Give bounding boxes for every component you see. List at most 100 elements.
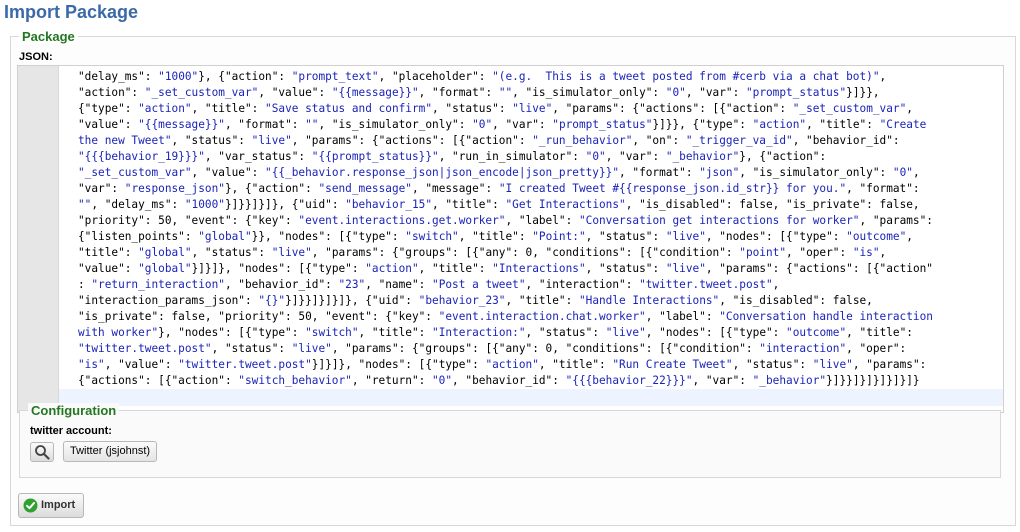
json-punct-token: "action": (78, 86, 145, 99)
json-code[interactable]: "delay_ms": "1000"}, {"action": "prompt_… (78, 69, 998, 389)
json-punct-token: , "status": (585, 262, 666, 275)
json-string-token: "Handle Interactions" (578, 294, 720, 307)
json-punct-token: , "params": {"actions": [{"action": (291, 134, 533, 147)
json-punct-token: , "params": (852, 358, 927, 371)
json-string-token: "0" (472, 118, 493, 131)
check-circle-icon (23, 498, 38, 513)
json-punct-token: "value": (78, 262, 139, 275)
json-string-token: "{{message}}" (138, 118, 225, 131)
json-string-token: "0" (892, 166, 913, 179)
json-string-token: "outcome" (786, 326, 847, 339)
configuration-legend: Configuration (28, 403, 120, 418)
json-punct-token: , "is_simulator_only": (739, 166, 893, 179)
json-string-token: "return_interaction" (91, 278, 225, 291)
json-string-token: "Run Create Tweet" (612, 358, 733, 371)
json-string-token: "" (305, 118, 319, 131)
json-string-token: "live" (512, 102, 553, 115)
json-string-token: "Get Interactions" (505, 198, 626, 211)
active-line-highlight (59, 389, 1003, 406)
json-string-token: "Point:" (532, 230, 586, 243)
json-string-token: "_run_behavior" (532, 134, 633, 147)
editor-gutter (18, 66, 59, 412)
json-punct-token: , (378, 70, 392, 83)
json-string-token: "live" (665, 262, 706, 275)
json-string-token: "Save status and confirm" (265, 102, 433, 115)
json-punct-token: , "oper": (846, 342, 907, 355)
json-punct-token: }]}]}, "nodes": [{"type": (311, 358, 486, 371)
json-punct-token: }, "nodes": [{"type": (158, 326, 306, 339)
account-search-button[interactable] (30, 442, 54, 462)
json-punct-token: }, {"action": (224, 182, 319, 195)
json-string-token: "json" (699, 166, 740, 179)
json-string-token: "send_message" (318, 182, 412, 195)
json-string-token: "0" (432, 374, 453, 387)
json-punct-token: , "title": (358, 326, 433, 339)
json-punct-token: }]}}]}]}]}, {"uid": (285, 294, 419, 307)
json-punct-token: , "title": (505, 294, 579, 307)
json-punct-token: {"type": (78, 102, 139, 115)
json-string-token: "behavior_15" (345, 198, 433, 211)
json-punct-token: , "status": (171, 134, 252, 147)
json-punct-token: , "params": {"groups": [{"any": 0, "cond… (331, 342, 760, 355)
json-string-token: "" (498, 86, 513, 99)
json-string-token: "action" (485, 358, 539, 371)
json-punct-token: {"actions": [{"action": (78, 374, 239, 387)
json-punct-token: , "var_status": (204, 150, 312, 163)
json-punct-token: : (78, 278, 92, 291)
json-punct-token: "is_simulator_only": (525, 86, 666, 99)
json-punct-token: , "status": (585, 230, 666, 243)
json-punct-token: , "value": (104, 358, 179, 371)
json-punct-token: , "status": (732, 358, 813, 371)
import-button[interactable]: Import (18, 493, 84, 518)
page-title: Import Package (4, 2, 139, 22)
json-punct-token: }]}}]}]}, {"uid": (224, 198, 346, 211)
json-punct-token: "value": (271, 86, 332, 99)
json-editor[interactable]: "delay_ms": "1000"}, {"action": "prompt_… (17, 65, 1004, 413)
json-string-token: "switch" (305, 326, 359, 339)
search-icon (35, 445, 50, 460)
json-punct-token: , "interaction": (525, 278, 640, 291)
json-punct-token: , "label": (505, 214, 579, 227)
json-punct-token: , "var": (692, 374, 753, 387)
json-string-token: "Post a tweet" (432, 278, 526, 291)
json-punct-token: , "behavior_id": (452, 374, 566, 387)
json-punct-token: , "run_in_simulator": (438, 150, 586, 163)
json-punct-token: , (906, 230, 913, 243)
json-string-token: "0" (665, 86, 686, 99)
json-string-token: "23" (338, 278, 366, 291)
json-string-token: "global" (138, 262, 192, 275)
selected-account-chip[interactable]: Twitter (jsjohnst) (63, 441, 158, 462)
json-punct-token: , "name": (365, 278, 433, 291)
json-punct-token: , "label": (645, 310, 720, 323)
json-punct-token: , "params": {"groups": [{"any": 0, "cond… (311, 246, 740, 259)
json-string-token: "1000" (158, 70, 199, 83)
json-string-token: "global" (198, 230, 252, 243)
json-punct-token: }, { (198, 70, 225, 83)
json-punct-token: , "nodes": [{"type": (705, 230, 847, 243)
json-punct-token: , "var": (605, 150, 666, 163)
json-punct-token: , (685, 86, 700, 99)
json-string-token: "global" (138, 246, 192, 259)
import-button-label: Import (41, 499, 76, 511)
json-string-token: "prompt_status" (745, 86, 847, 99)
json-punct-token: {"listen_points": (78, 230, 199, 243)
json-punct-token: , (772, 278, 780, 291)
json-string-token: "live" (605, 326, 646, 339)
json-string-token: "interaction" (759, 342, 847, 355)
json-punct-token: , "on": (632, 134, 686, 147)
json-string-token: "_behavior" (752, 374, 827, 387)
json-punct-token: , "format": (619, 166, 700, 179)
json-string-token: "point" (739, 246, 787, 259)
json-string-token: "{}" (258, 294, 286, 307)
json-string-token: "live" (665, 230, 706, 243)
json-punct-token: , "title": (806, 118, 880, 131)
json-string-token: "live" (812, 358, 853, 371)
json-punct-token: , "behavior_id": (224, 278, 339, 291)
twitter-account-label: twitter account: (30, 425, 112, 437)
json-string-token: "I created Tweet #{{response_json.id_str… (498, 182, 847, 195)
json-string-token: "live" (291, 342, 332, 355)
json-punct-token: , "value": (191, 166, 266, 179)
json-string-token: "action" (752, 118, 807, 131)
json-string-token: "is" (852, 246, 880, 259)
json-string-token: "twitter.tweet.post" (639, 278, 773, 291)
